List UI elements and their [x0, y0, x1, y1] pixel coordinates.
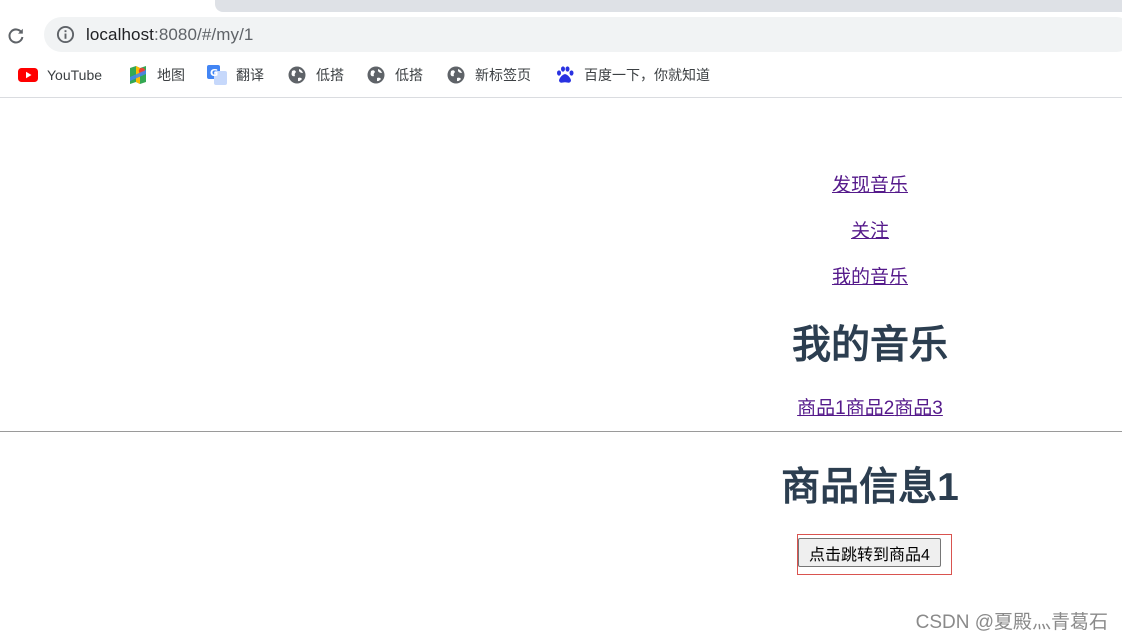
bookmark-label: 低搭	[316, 67, 344, 83]
translate-icon: G	[207, 65, 227, 85]
bookmark-label: 百度一下，你就知道	[584, 67, 710, 83]
reload-icon	[8, 28, 24, 44]
url-text[interactable]: localhost:8080/#/my/1	[86, 25, 253, 44]
baidu-icon	[555, 65, 575, 85]
nav-link-follow[interactable]: 关注	[740, 221, 1000, 243]
bookmark-youtube[interactable]: YouTube	[18, 62, 102, 88]
bookmark-label: 地图	[157, 67, 185, 83]
youtube-icon	[18, 65, 38, 85]
product-link-3[interactable]: 商品3	[894, 398, 943, 419]
nav-link-discover[interactable]: 发现音乐	[740, 175, 1000, 197]
product-link-2[interactable]: 商品2	[846, 398, 895, 419]
bookmark-new-tab[interactable]: 新标签页	[446, 62, 531, 88]
globe-icon	[366, 65, 386, 85]
browser-toolbar: localhost:8080/#/my/1 YouTube 地图 G 翻译 低搭	[0, 0, 1122, 98]
bookmark-baidu[interactable]: 百度一下，你就知道	[555, 62, 710, 88]
bookmark-maps[interactable]: 地图	[128, 62, 185, 88]
bookmark-label: YouTube	[47, 67, 103, 83]
bookmark-label: 翻译	[236, 67, 264, 83]
url-path: :8080/#/my/1	[154, 25, 254, 44]
bookmark-didai-2[interactable]: 低搭	[366, 62, 423, 88]
product-detail-title: 商品信息1	[781, 466, 959, 509]
svg-text:G: G	[210, 68, 218, 79]
address-bar[interactable]: localhost:8080/#/my/1	[44, 17, 1122, 52]
page-title: 我的音乐	[791, 324, 948, 367]
product-links: 商品1商品2商品3	[700, 398, 1040, 420]
nav-link-my-music[interactable]: 我的音乐	[740, 267, 1000, 289]
bookmark-label: 新标签页	[475, 67, 531, 83]
bookmarks-bar: YouTube 地图 G 翻译 低搭 低搭 新标签页 百度一下，你就知道	[0, 62, 1122, 88]
tab-strip	[215, 0, 1122, 12]
maps-icon	[128, 65, 148, 85]
bookmark-translate[interactable]: G 翻译	[207, 62, 264, 88]
bookmark-didai-1[interactable]: 低搭	[287, 62, 344, 88]
page-content: 发现音乐 关注 我的音乐 我的音乐 商品1商品2商品3 商品信息1 点击跳转到商…	[0, 98, 1122, 642]
bookmark-label: 低搭	[395, 67, 423, 83]
horizontal-rule	[0, 431, 1122, 432]
url-host: localhost	[86, 25, 154, 44]
jump-to-product-4-button[interactable]: 点击跳转到商品4	[798, 538, 941, 567]
globe-icon	[446, 65, 466, 85]
reload-button[interactable]	[4, 24, 28, 48]
globe-icon	[287, 65, 307, 85]
product-link-1[interactable]: 商品1	[797, 398, 846, 419]
csdn-watermark: CSDN @夏殿灬青葛石	[915, 612, 1108, 633]
info-icon[interactable]	[56, 25, 75, 44]
